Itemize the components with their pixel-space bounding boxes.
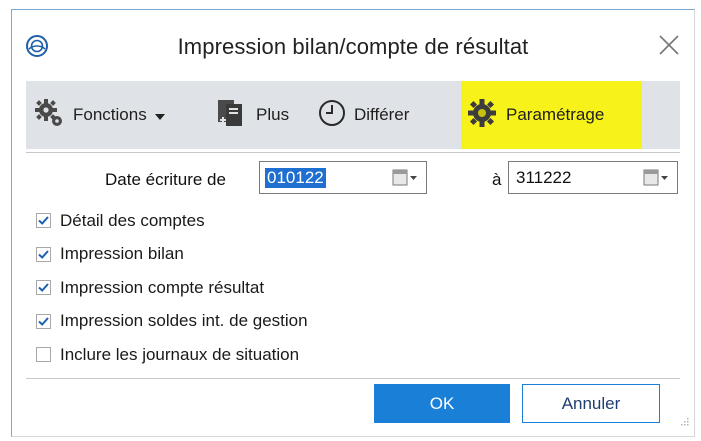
plus-label: Plus bbox=[256, 105, 290, 124]
fonctions-label: Fonctions bbox=[73, 105, 147, 124]
cancel-button[interactable]: Annuler bbox=[522, 384, 660, 423]
option-impression-soldes[interactable]: Impression soldes int. de gestion bbox=[36, 305, 308, 339]
option-impression-compte-resultat[interactable]: Impression compte résultat bbox=[36, 271, 308, 305]
window-title: Impression bilan/compte de résultat bbox=[177, 34, 529, 59]
checkbox[interactable] bbox=[36, 246, 51, 262]
ok-button[interactable]: OK bbox=[374, 384, 510, 423]
gear-icon bbox=[34, 98, 64, 133]
checkbox[interactable] bbox=[36, 280, 51, 296]
calendar-dropdown-icon[interactable] bbox=[392, 169, 418, 192]
footer-divider bbox=[26, 378, 680, 379]
option-label: Impression compte résultat bbox=[60, 277, 265, 297]
option-label: Impression soldes int. de gestion bbox=[60, 311, 308, 331]
option-label: Inclure les journaux de situation bbox=[60, 344, 300, 364]
checkbox[interactable] bbox=[36, 313, 51, 329]
plus-button[interactable]: Plus bbox=[217, 81, 289, 149]
fonctions-menu-button[interactable]: Fonctions bbox=[34, 81, 165, 149]
toolbar: Fonctions Plus Différer Paramétrage bbox=[26, 81, 680, 149]
option-inclure-journaux[interactable]: Inclure les journaux de situation bbox=[36, 338, 308, 372]
print-dialog: Impression bilan/compte de résultat Fonc… bbox=[11, 9, 695, 437]
clock-icon bbox=[318, 99, 346, 132]
option-label: Impression bilan bbox=[60, 244, 184, 264]
checkbox[interactable] bbox=[36, 213, 51, 229]
differer-label: Différer bbox=[354, 105, 410, 124]
date-range-row: Date écriture de 010122 à 311222 bbox=[12, 159, 694, 199]
document-plus-icon bbox=[217, 98, 243, 133]
dropdown-arrow-icon bbox=[154, 105, 165, 125]
checkbox[interactable] bbox=[36, 347, 51, 363]
options-list: Détail des comptes Impression bilan Impr… bbox=[36, 204, 308, 372]
date-to-field[interactable]: 311222 bbox=[508, 161, 678, 194]
date-from-value[interactable]: 010122 bbox=[265, 168, 326, 188]
resize-grip-icon[interactable] bbox=[679, 413, 689, 431]
differer-button[interactable]: Différer bbox=[318, 81, 409, 149]
date-from-label: Date écriture de bbox=[105, 170, 226, 189]
option-impression-bilan[interactable]: Impression bilan bbox=[36, 238, 308, 272]
toolbar-divider bbox=[26, 152, 680, 153]
parametrage-button[interactable]: Paramétrage bbox=[461, 81, 642, 149]
date-to-value[interactable]: 311222 bbox=[514, 168, 573, 188]
settings-gear-icon bbox=[467, 98, 497, 133]
date-from-field[interactable]: 010122 bbox=[259, 161, 427, 194]
title-bar: Impression bilan/compte de résultat bbox=[12, 10, 694, 77]
date-to-label: à bbox=[492, 170, 502, 189]
calendar-dropdown-icon[interactable] bbox=[643, 169, 669, 192]
option-label: Détail des comptes bbox=[60, 210, 205, 230]
parametrage-label: Paramétrage bbox=[506, 105, 605, 124]
close-icon[interactable] bbox=[656, 32, 682, 58]
option-detail-comptes[interactable]: Détail des comptes bbox=[36, 204, 308, 238]
